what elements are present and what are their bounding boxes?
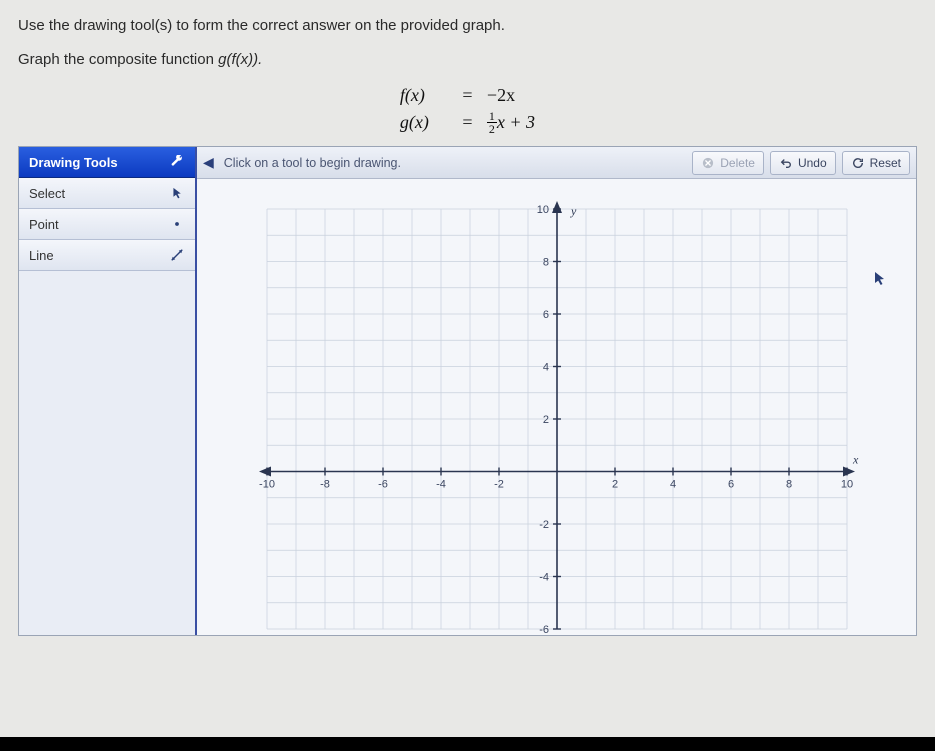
line-icon: [169, 247, 185, 263]
equations-block: f(x) = −2x g(x) = 12x + 3: [0, 82, 935, 136]
svg-text:-4: -4: [539, 572, 549, 584]
delete-icon: [701, 156, 715, 170]
svg-text:2: 2: [611, 479, 617, 491]
svg-text:6: 6: [727, 479, 733, 491]
svg-text:6: 6: [542, 309, 548, 321]
svg-text:-6: -6: [539, 624, 549, 635]
instruction-line-2: Graph the composite function g(f(x)).: [18, 48, 917, 72]
tools-sidebar: Drawing Tools Select Point Line: [19, 147, 197, 635]
svg-text:10: 10: [840, 479, 852, 491]
cursor-icon: [169, 185, 185, 201]
svg-text:-2: -2: [494, 479, 504, 491]
tool-select[interactable]: Select: [19, 178, 195, 209]
svg-text:-4: -4: [436, 479, 446, 491]
svg-text:8: 8: [542, 257, 548, 269]
undo-button[interactable]: Undo: [770, 151, 836, 175]
delete-button[interactable]: Delete: [692, 151, 764, 175]
tool-point[interactable]: Point: [19, 209, 195, 240]
svg-text:-10: -10: [259, 479, 275, 491]
drawing-workspace: Drawing Tools Select Point Line ◀: [18, 146, 917, 636]
tools-header: Drawing Tools: [19, 147, 195, 178]
undo-icon: [779, 156, 793, 170]
svg-text:-6: -6: [378, 479, 388, 491]
svg-text:x: x: [852, 453, 859, 467]
svg-text:-2: -2: [539, 519, 549, 531]
mouse-cursor-icon: [872, 271, 888, 292]
svg-text:4: 4: [669, 479, 675, 491]
svg-text:2: 2: [542, 414, 548, 426]
tool-line[interactable]: Line: [19, 240, 195, 271]
reset-icon: [851, 156, 865, 170]
instruction-line-1: Use the drawing tool(s) to form the corr…: [18, 14, 917, 38]
reset-button[interactable]: Reset: [842, 151, 910, 175]
point-icon: [169, 216, 185, 232]
bottom-bar: [0, 737, 935, 751]
svg-text:8: 8: [785, 479, 791, 491]
svg-text:4: 4: [542, 362, 548, 374]
toolbar-hint: Click on a tool to begin drawing.: [220, 156, 686, 170]
svg-text:10: 10: [536, 204, 548, 216]
graph-toolbar: ◀ Click on a tool to begin drawing. Dele…: [197, 147, 916, 179]
caret-left-icon[interactable]: ◀: [203, 154, 214, 171]
coordinate-grid: -10 -8 -6 -4 -2 2 4 6 8 10 -6 -4 -2 2 4 6 8 10 y x: [247, 199, 867, 635]
svg-text:y: y: [570, 204, 577, 218]
svg-text:-8: -8: [320, 479, 330, 491]
wrench-icon: [169, 154, 185, 170]
graph-canvas[interactable]: -10 -8 -6 -4 -2 2 4 6 8 10 -6 -4 -2 2 4 6 8 10 y x: [197, 179, 916, 635]
